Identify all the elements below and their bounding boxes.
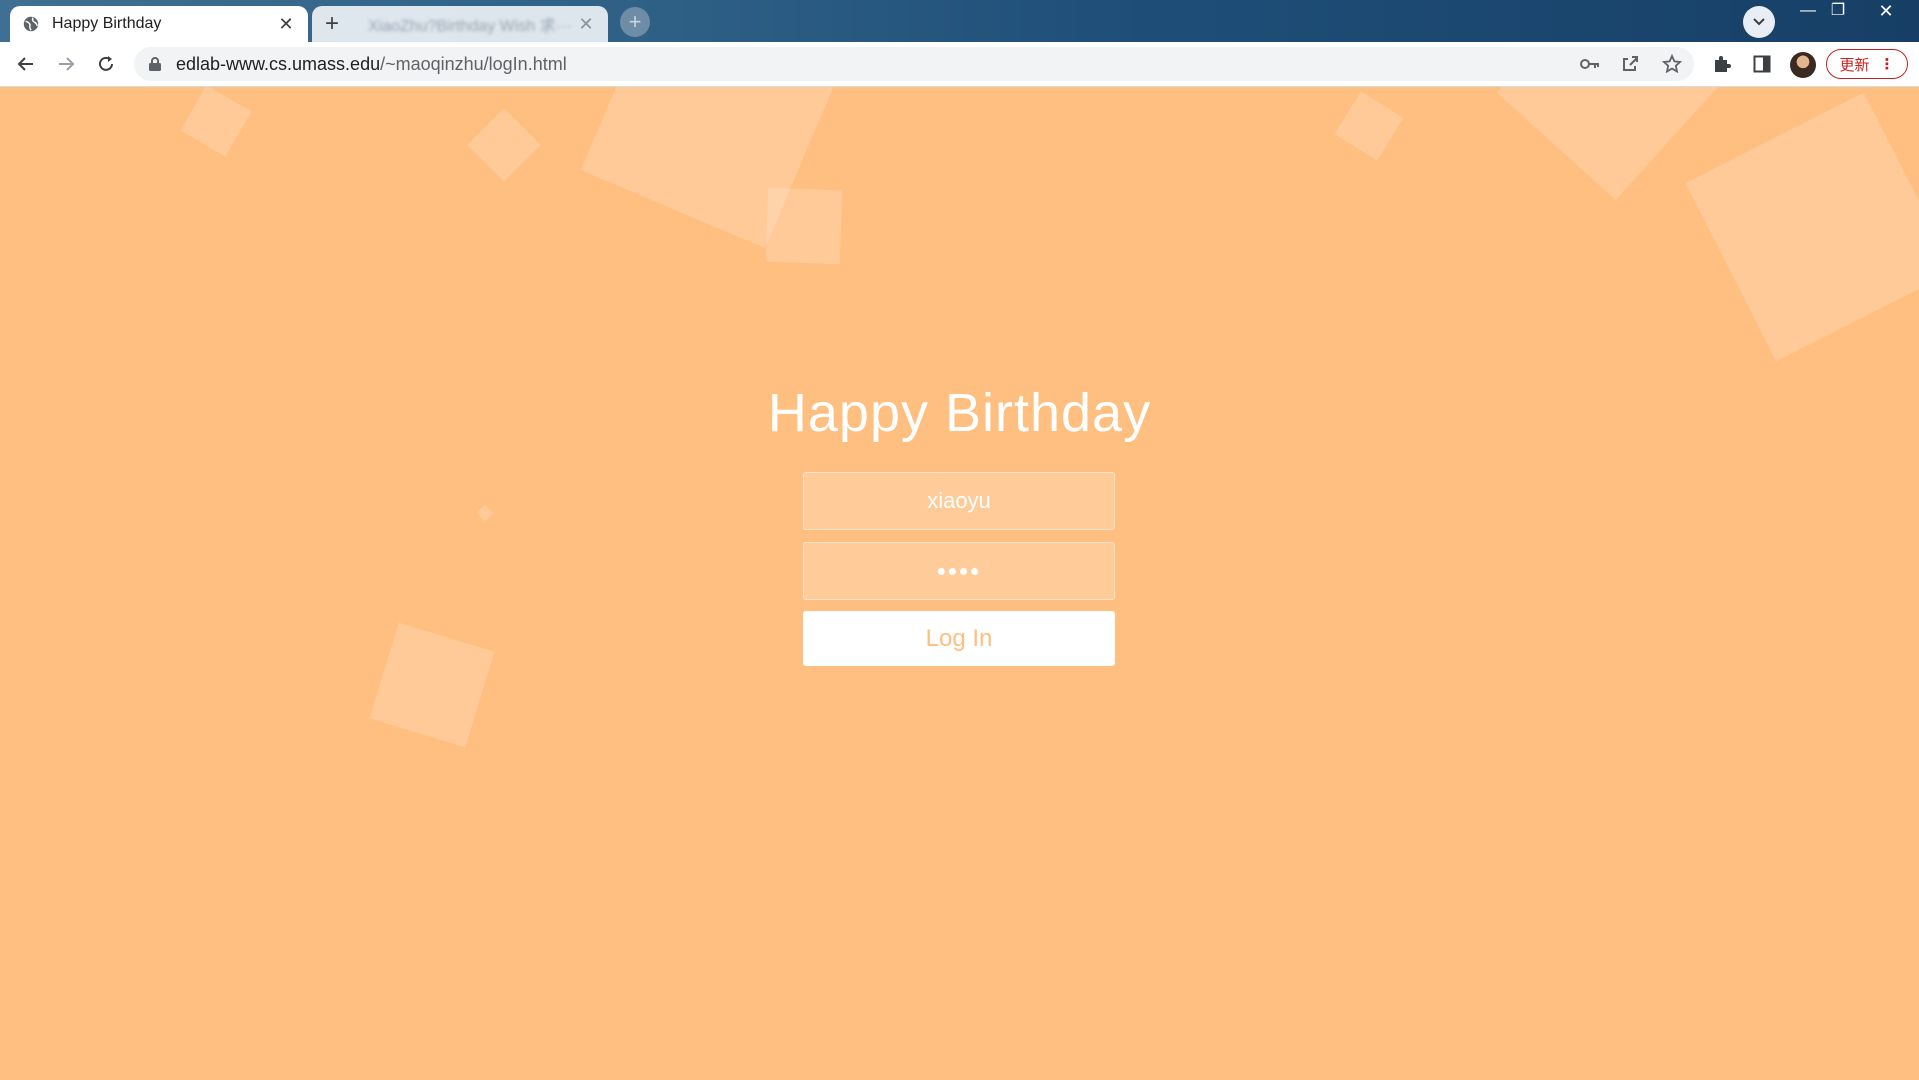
- update-button[interactable]: 更新 ⋮: [1826, 49, 1908, 79]
- password-field[interactable]: [803, 542, 1115, 600]
- browser-title-bar: Happy Birthday ✕ XiaoZhu?Birthday Wish 求…: [0, 0, 1919, 42]
- close-icon[interactable]: ✕: [276, 14, 296, 35]
- address-bar[interactable]: edlab-www.cs.umass.edu/~maoqinzhu/logIn.…: [134, 47, 1694, 81]
- page-content: Happy Birthday Log In: [0, 87, 1919, 1080]
- star-icon[interactable]: [1660, 52, 1684, 76]
- plus-icon[interactable]: +: [318, 10, 346, 38]
- puzzle-icon[interactable]: [1710, 52, 1734, 76]
- page-title: Happy Birthday: [767, 383, 1152, 443]
- tab-birthday-wish[interactable]: XiaoZhu?Birthday Wish 求··· ✕: [312, 6, 608, 42]
- side-panel-icon[interactable]: [1750, 52, 1774, 76]
- tab-title: Happy Birthday: [52, 15, 162, 32]
- share-icon[interactable]: [1618, 52, 1642, 76]
- back-arrow-icon[interactable]: [14, 52, 38, 76]
- decorative-square: [369, 622, 495, 748]
- decorative-square: [1685, 92, 1919, 362]
- update-label: 更新: [1839, 56, 1870, 74]
- kebab-menu-icon: ⋮: [1879, 56, 1895, 73]
- decorative-square: [765, 187, 843, 265]
- tab-title: XiaoZhu?Birthday Wish 求···: [368, 18, 572, 35]
- decorative-square: [476, 504, 494, 522]
- decorative-square: [180, 87, 252, 157]
- window-close-icon[interactable]: ✕: [1866, 0, 1906, 24]
- key-icon[interactable]: [1578, 52, 1602, 76]
- url-path: /~maoqinzhu/logIn.html: [380, 54, 567, 74]
- globe-icon: [23, 16, 39, 32]
- decorative-square: [1334, 91, 1404, 161]
- url-host: edlab-www.cs.umass.edu: [176, 54, 381, 74]
- reload-icon[interactable]: [94, 52, 118, 76]
- tab-happy-birthday[interactable]: Happy Birthday ✕: [10, 6, 308, 42]
- decorative-square: [467, 108, 541, 182]
- avatar[interactable]: [1790, 52, 1816, 78]
- username-field[interactable]: [803, 472, 1115, 530]
- forward-arrow-icon[interactable]: [54, 52, 78, 76]
- maximize-icon[interactable]: ❐: [1818, 0, 1858, 24]
- browser-toolbar: edlab-www.cs.umass.edu/~maoqinzhu/logIn.…: [0, 42, 1919, 87]
- url-text[interactable]: edlab-www.cs.umass.edu/~maoqinzhu/logIn.…: [176, 54, 567, 75]
- login-button[interactable]: Log In: [803, 611, 1115, 666]
- lock-icon[interactable]: [148, 56, 162, 72]
- chevron-down-icon[interactable]: [1743, 6, 1775, 38]
- close-icon[interactable]: ✕: [576, 14, 596, 35]
- new-tab-button[interactable]: +: [620, 7, 650, 37]
